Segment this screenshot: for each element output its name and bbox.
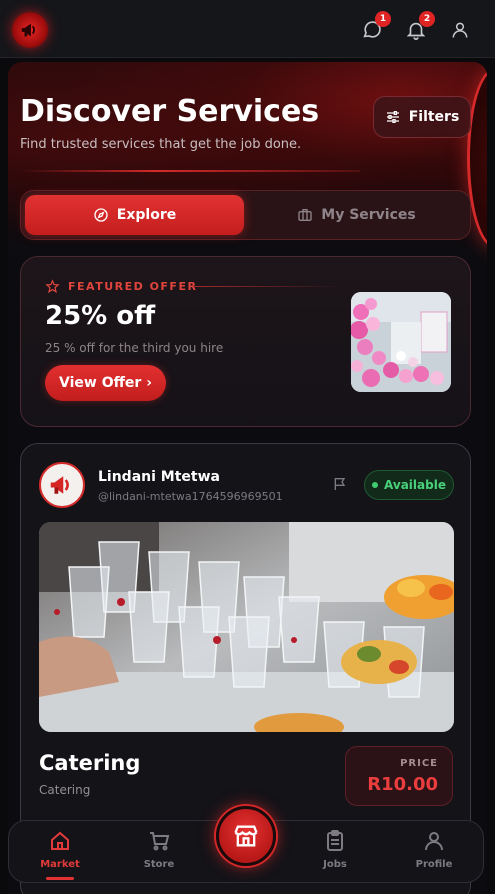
segmented-tabs: Explore My Services	[20, 190, 471, 240]
page-subtitle: Find trusted services that get the job d…	[20, 137, 302, 152]
nav-store-label: Store	[143, 859, 175, 870]
page-title: Discover Services	[20, 94, 320, 129]
user-icon[interactable]	[448, 18, 472, 42]
nav-market-label: Market	[40, 859, 80, 870]
tab-my-services[interactable]: My Services	[247, 195, 466, 235]
service-photo[interactable]	[39, 522, 454, 732]
hero-divider	[20, 170, 360, 172]
featured-divider	[193, 286, 343, 287]
status-text: Available	[384, 478, 446, 492]
tab-explore[interactable]: Explore	[25, 195, 244, 235]
offer-image	[351, 292, 451, 392]
price-label: PRICE	[400, 758, 438, 769]
profile-icon	[425, 832, 443, 851]
provider-handle: @lindani-mtetwa1764596969501	[98, 490, 283, 503]
service-title: Catering	[39, 751, 141, 775]
featured-label: FEATURED OFFER	[45, 279, 197, 294]
provider-name[interactable]: Lindani Mtetwa	[98, 469, 220, 485]
messages-badge: 1	[375, 11, 391, 27]
view-offer-button[interactable]: View Offer ›	[45, 365, 166, 401]
storefront-icon	[234, 825, 258, 847]
price-value: R10.00	[367, 774, 438, 795]
price-box: PRICE R10.00	[345, 746, 453, 806]
sliders-icon	[386, 111, 399, 123]
nav-market[interactable]: Market	[25, 829, 95, 877]
nav-jobs-label: Jobs	[323, 859, 347, 870]
status-badge: Available	[364, 470, 454, 500]
top-app-bar: 1 2	[0, 0, 495, 58]
star-icon	[45, 279, 60, 294]
compass-icon	[94, 208, 108, 222]
nav-profile[interactable]: Profile	[399, 829, 469, 877]
chat-icon[interactable]: 1	[360, 11, 391, 42]
active-indicator	[46, 877, 74, 880]
filters-button[interactable]: Filters	[373, 96, 471, 138]
tab-explore-label: Explore	[116, 207, 177, 223]
featured-label-text: FEATURED OFFER	[68, 280, 198, 293]
home-icon	[51, 831, 69, 850]
briefcase-icon	[298, 209, 312, 221]
nav-profile-label: Profile	[415, 859, 453, 870]
notifications-badge: 2	[419, 11, 435, 27]
offer-title: 25% off	[45, 301, 156, 331]
flag-icon[interactable]	[332, 476, 348, 492]
megaphone-logo-icon[interactable]	[12, 12, 48, 48]
featured-offer-card[interactable]: FEATURED OFFER 25% off 25 % off for the …	[20, 256, 471, 427]
provider-avatar[interactable]	[39, 462, 85, 508]
main-scroll-area[interactable]: Discover Services Find trusted services …	[8, 62, 487, 894]
cart-icon	[150, 832, 170, 851]
status-dot	[372, 482, 379, 488]
bell-icon[interactable]: 2	[404, 11, 435, 42]
tab-my-services-label: My Services	[321, 207, 416, 223]
service-category: Catering	[39, 783, 91, 797]
nav-store[interactable]: Store	[124, 829, 194, 877]
megaphone-icon	[50, 476, 69, 494]
storefront-fab-button[interactable]	[216, 806, 276, 866]
filters-label: Filters	[408, 109, 460, 125]
offer-description: 25 % off for the third you hire	[45, 341, 224, 355]
clipboard-icon	[327, 830, 343, 851]
nav-jobs[interactable]: Jobs	[300, 829, 370, 877]
